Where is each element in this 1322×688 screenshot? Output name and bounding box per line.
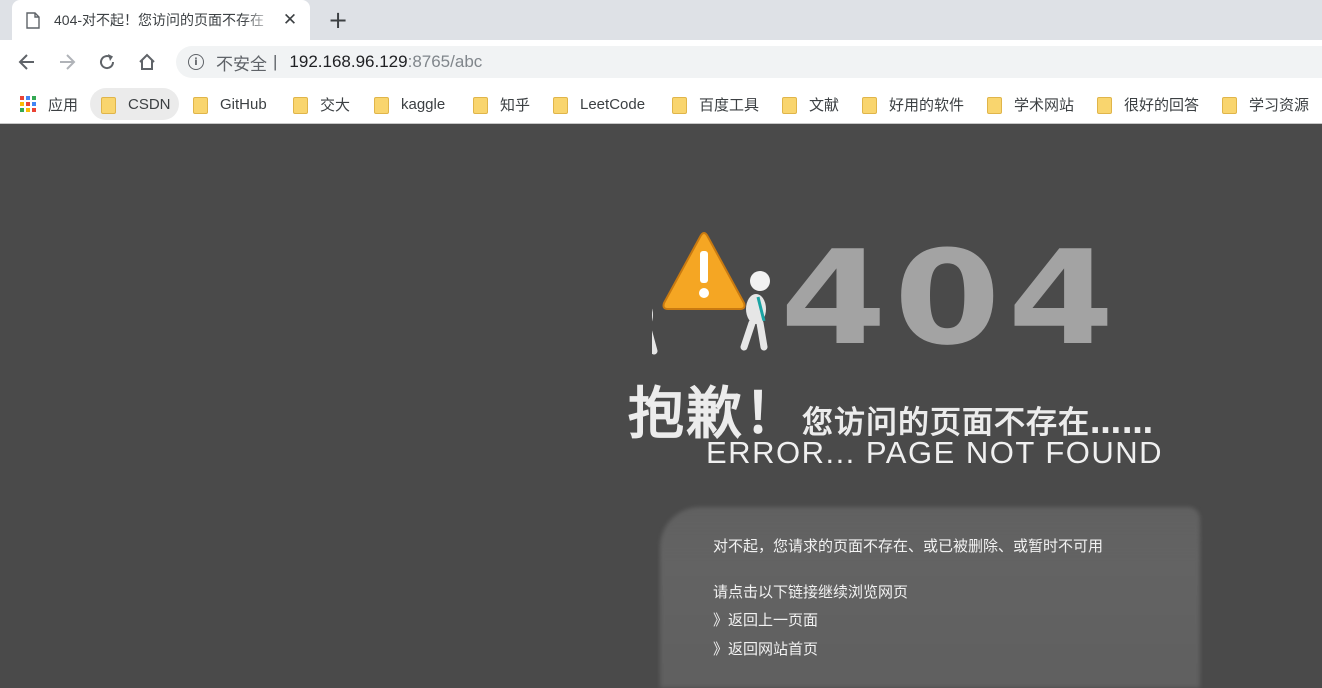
- bookmark-baidu-tools[interactable]: 百度工具: [665, 88, 765, 120]
- folder-icon: [292, 96, 308, 114]
- link-home-text[interactable]: 》返回网站首页: [713, 640, 818, 658]
- bookmark-papers[interactable]: 文献: [775, 88, 845, 120]
- security-separator: |: [273, 52, 278, 71]
- bookmark-label: GitHub: [220, 95, 267, 113]
- close-tab-icon[interactable]: ✕: [280, 10, 300, 30]
- bookmarks-bar: 应用 CSDN GitHub 交大 kaggle 知乎 LeetCode 百度工…: [0, 84, 1322, 124]
- back-arrow-icon: [18, 54, 34, 70]
- bookmark-learning[interactable]: 学习资源: [1215, 88, 1315, 120]
- bookmark-academic[interactable]: 学术网站: [980, 88, 1080, 120]
- bookmark-software[interactable]: 好用的软件: [855, 88, 970, 120]
- folder-icon: [552, 96, 568, 114]
- bookmark-jiaoda[interactable]: 交大: [286, 88, 356, 120]
- bookmark-zhihu[interactable]: 知乎: [466, 88, 536, 120]
- reload-icon: [100, 54, 115, 70]
- home-icon: [139, 53, 155, 70]
- tab-title: 404-对不起！您访问的页面不存在: [54, 12, 265, 28]
- home-button[interactable]: [133, 48, 161, 76]
- bookmark-kaggle[interactable]: kaggle: [367, 88, 451, 120]
- link-back-text[interactable]: 》返回上一页面: [713, 611, 818, 629]
- new-tab-button[interactable]: +: [324, 6, 352, 34]
- bookmark-label: 应用: [48, 96, 79, 114]
- bookmark-label: 学习资源: [1249, 96, 1310, 114]
- bookmark-label: kaggle: [401, 95, 446, 113]
- page-content: 404 抱歉！您访问的页面不存在…… ERROR... PAGE NOT FOU…: [0, 125, 1322, 688]
- folder-icon: [373, 96, 389, 114]
- folder-icon: [1221, 96, 1237, 114]
- bookmark-label: 文献: [809, 96, 840, 114]
- bookmark-answers[interactable]: 很好的回答: [1090, 88, 1205, 120]
- bookmark-label: 交大: [320, 96, 351, 114]
- link-back-previous[interactable]: 》返回上一页面: [713, 609, 818, 630]
- folder-icon: [671, 96, 687, 114]
- apps-grid-icon: [20, 96, 36, 112]
- page-icon: [26, 11, 40, 29]
- bookmark-github[interactable]: GitHub: [186, 88, 273, 120]
- bookmark-label: CSDN: [128, 95, 171, 113]
- bookmark-label: 知乎: [500, 96, 531, 114]
- link-home[interactable]: 》返回网站首页: [713, 638, 818, 659]
- security-label: 不安全: [216, 54, 267, 74]
- url-host: 192.168.96.129: [289, 52, 408, 71]
- forward-button[interactable]: [53, 48, 81, 76]
- bookmark-apps[interactable]: 应用: [14, 88, 84, 120]
- bookmark-leetcode[interactable]: LeetCode: [546, 88, 651, 120]
- active-tab[interactable]: 404-对不起！您访问的页面不存在 ✕: [12, 0, 310, 40]
- folder-icon: [986, 96, 1002, 114]
- address-bar[interactable]: i 不安全 | 192.168.96.129:8765/abc: [176, 46, 1322, 78]
- folder-icon: [192, 96, 208, 114]
- url-path: :8765/abc: [407, 52, 483, 71]
- error-message: 对不起，您请求的页面不存在、或已被删除、或暂时不可用: [713, 537, 1104, 555]
- folder-icon: [1096, 96, 1112, 114]
- folder-icon: [472, 96, 488, 114]
- bookmark-csdn[interactable]: CSDN: [90, 88, 179, 120]
- warning-sign-illustration: [652, 232, 770, 355]
- folder-icon: [100, 96, 116, 114]
- bookmark-label: 百度工具: [699, 96, 760, 114]
- folder-icon: [781, 96, 797, 114]
- continue-prompt: 请点击以下链接继续浏览网页: [713, 583, 909, 601]
- bookmark-label: 学术网站: [1014, 96, 1075, 114]
- back-button[interactable]: [13, 48, 41, 76]
- tab-strip: 404-对不起！您访问的页面不存在 ✕ +: [0, 0, 1322, 40]
- reload-button[interactable]: [93, 48, 121, 76]
- site-info-icon[interactable]: i: [188, 54, 204, 70]
- bookmark-label: 好用的软件: [889, 96, 965, 114]
- bookmark-label: 很好的回答: [1124, 96, 1200, 114]
- error-code-404: 404: [780, 222, 1122, 374]
- forward-arrow-icon: [60, 54, 76, 70]
- error-page-not-found: ERROR... PAGE NOT FOUND: [706, 435, 1164, 470]
- bookmark-label: LeetCode: [580, 95, 646, 113]
- folder-icon: [861, 96, 877, 114]
